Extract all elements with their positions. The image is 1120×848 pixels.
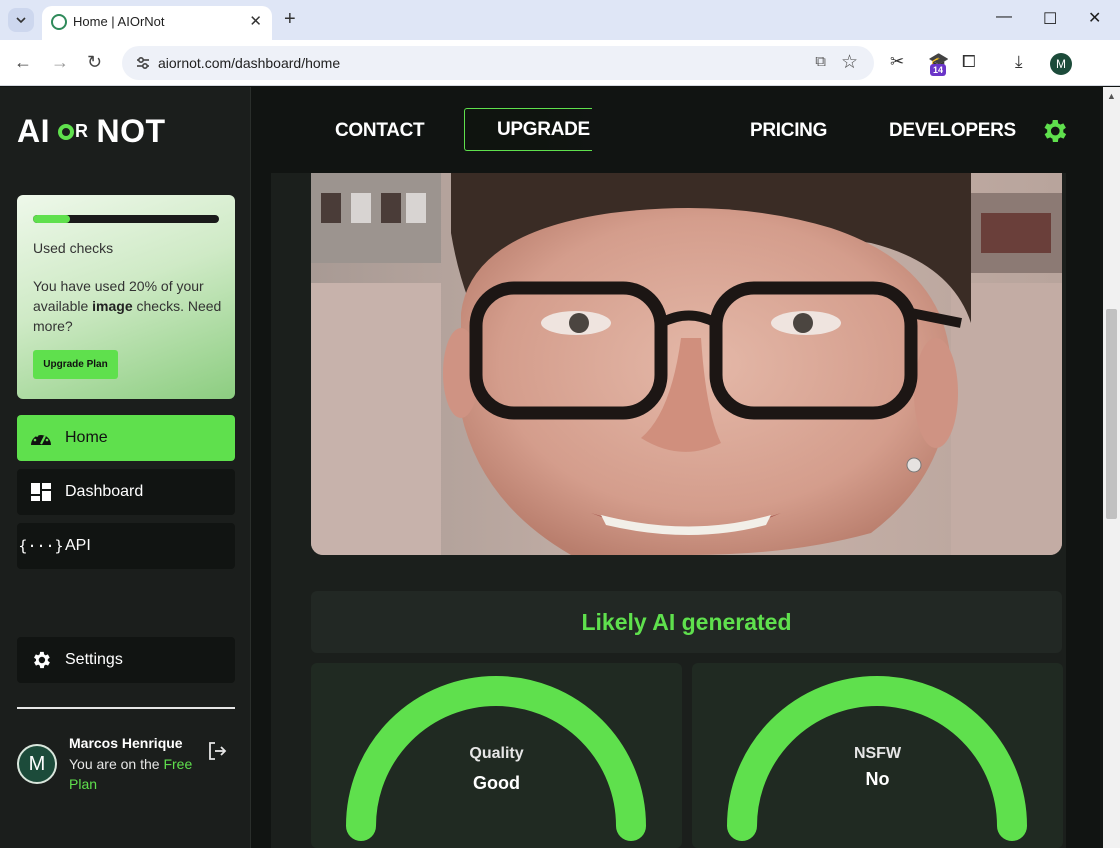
settings-gear-icon[interactable]	[1039, 116, 1069, 146]
nsfw-gauge-card: NSFW No	[692, 663, 1063, 848]
nav-contact-link[interactable]: CONTACT	[335, 120, 425, 142]
extension-badge: 14	[930, 64, 947, 76]
dashboard-grid-icon	[29, 480, 53, 504]
url-text[interactable]: aiornot.com/dashboard/home	[158, 55, 340, 71]
translate-icon[interactable]: ⧉	[815, 53, 826, 70]
dashboard-gauge-icon	[29, 426, 53, 450]
browser-tab[interactable]: Home | AIOrNot ✕	[42, 6, 272, 40]
maximize-icon[interactable]: ☐	[1043, 9, 1057, 29]
sidebar-item-api[interactable]: {···} API	[17, 523, 235, 569]
browser-tab-bar: Home | AIOrNot ✕ + — ☐ ✕	[0, 0, 1120, 40]
user-name: Marcos Henrique	[69, 735, 183, 751]
back-icon[interactable]: ←	[14, 52, 32, 73]
user-plan: You are on the Free Plan	[69, 756, 193, 792]
quality-gauge-label: Quality	[469, 745, 524, 762]
favicon-icon	[51, 14, 67, 30]
top-navigation: CONTACT UPGRADE PRICING DEVELOPERS	[251, 87, 1103, 173]
sidebar-divider	[17, 707, 235, 709]
quality-gauge-card: Quality Good	[311, 663, 682, 848]
nsfw-gauge-label: NSFW	[853, 745, 902, 762]
forward-icon[interactable]: →	[51, 52, 69, 73]
analyzed-image	[311, 173, 1062, 555]
close-window-icon[interactable]: ✕	[1088, 8, 1101, 28]
checks-description: You have used 20% of your available imag…	[33, 278, 222, 334]
new-tab-icon[interactable]: +	[284, 8, 296, 31]
scroll-thumb[interactable]	[1106, 309, 1117, 519]
avatar[interactable]: M	[17, 744, 57, 784]
used-checks-card: Used checks You have used 20% of your av…	[17, 195, 235, 399]
scroll-up-icon[interactable]: ▲	[1107, 91, 1116, 101]
extension-icon[interactable]: ✂	[890, 52, 904, 72]
logout-icon[interactable]	[206, 740, 228, 762]
sidebar-item-label: Home	[65, 429, 108, 446]
logo[interactable]: AI R NOT	[17, 113, 166, 150]
extensions-puzzle-icon[interactable]: ⧠	[962, 52, 976, 72]
page-scrollbar[interactable]: ▲	[1103, 87, 1120, 848]
upgrade-plan-button[interactable]: Upgrade Plan	[33, 350, 118, 379]
sidebar-item-label: Dashboard	[65, 483, 144, 500]
chevron-down-icon	[16, 17, 26, 23]
sidebar-item-home[interactable]: Home	[17, 415, 235, 461]
sidebar-item-label: API	[65, 537, 91, 554]
site-settings-icon[interactable]	[134, 54, 152, 72]
logo-ai: AI	[17, 113, 50, 149]
quality-gauge-value: Good	[473, 773, 520, 793]
logo-or-r: R	[75, 121, 89, 141]
tab-title: Home | AIOrNot	[73, 14, 165, 29]
sidebar-item-dashboard[interactable]: Dashboard	[17, 469, 235, 515]
nav-upgrade-button[interactable]: UPGRADE	[464, 108, 592, 151]
sidebar-item-settings[interactable]: Settings	[17, 637, 235, 683]
address-bar: ← → ↻ aiornot.com/dashboard/home ⧉ ☆ ✂ 🎓…	[0, 40, 1120, 112]
logo-not: NOT	[96, 113, 166, 149]
logo-ring-icon	[58, 123, 74, 140]
download-icon[interactable]: ⤓	[1015, 52, 1023, 72]
verdict-banner: Likely AI generated	[311, 591, 1062, 653]
sidebar: AI R NOT Used checks You have used 20% o…	[0, 87, 251, 848]
nsfw-gauge-value: No	[865, 769, 890, 789]
omnibox[interactable]: aiornot.com/dashboard/home ⧉ ☆	[122, 46, 874, 80]
checks-title: Used checks	[33, 240, 114, 256]
tab-search-button[interactable]	[8, 8, 34, 32]
checks-progress-bar	[33, 215, 219, 223]
sidebar-item-label: Settings	[65, 651, 123, 668]
verdict-text: Likely AI generated	[581, 608, 792, 635]
profile-avatar[interactable]: M	[1050, 53, 1072, 75]
minimize-icon[interactable]: —	[996, 8, 1012, 26]
nav-pricing-link[interactable]: PRICING	[750, 120, 827, 142]
reload-icon[interactable]: ↻	[87, 52, 102, 73]
result-panel: Likely AI generated Quality Good NSFW No	[271, 173, 1066, 848]
bookmark-star-icon[interactable]: ☆	[841, 51, 858, 74]
logo-or: R	[58, 121, 89, 142]
checks-progress-fill	[33, 215, 71, 223]
main-content: Likely AI generated Quality Good NSFW No	[251, 173, 1103, 848]
close-tab-icon[interactable]: ✕	[249, 12, 262, 30]
code-braces-icon: {···}	[18, 537, 64, 555]
nav-developers-link[interactable]: DEVELOPERS	[889, 120, 1016, 142]
gear-icon	[29, 648, 53, 672]
